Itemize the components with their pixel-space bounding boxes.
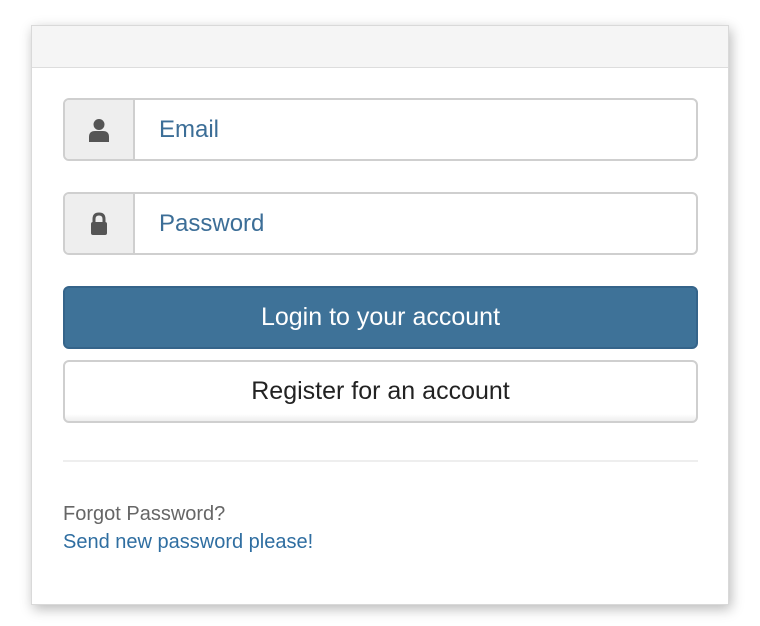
email-field[interactable] bbox=[135, 100, 696, 159]
login-button[interactable]: Login to your account bbox=[63, 286, 698, 349]
password-input-group bbox=[63, 192, 698, 255]
panel-body: Login to your account Register for an ac… bbox=[32, 68, 728, 556]
register-button[interactable]: Register for an account bbox=[63, 360, 698, 423]
password-field[interactable] bbox=[135, 194, 696, 253]
send-new-password-link[interactable]: Send new password please! bbox=[63, 528, 697, 556]
email-input-group bbox=[63, 98, 698, 161]
forgot-password-label: Forgot Password? bbox=[63, 503, 226, 525]
divider bbox=[63, 460, 698, 462]
user-icon bbox=[65, 100, 135, 159]
panel-header bbox=[32, 26, 728, 68]
lock-icon bbox=[65, 194, 135, 253]
login-panel: Login to your account Register for an ac… bbox=[31, 25, 729, 605]
